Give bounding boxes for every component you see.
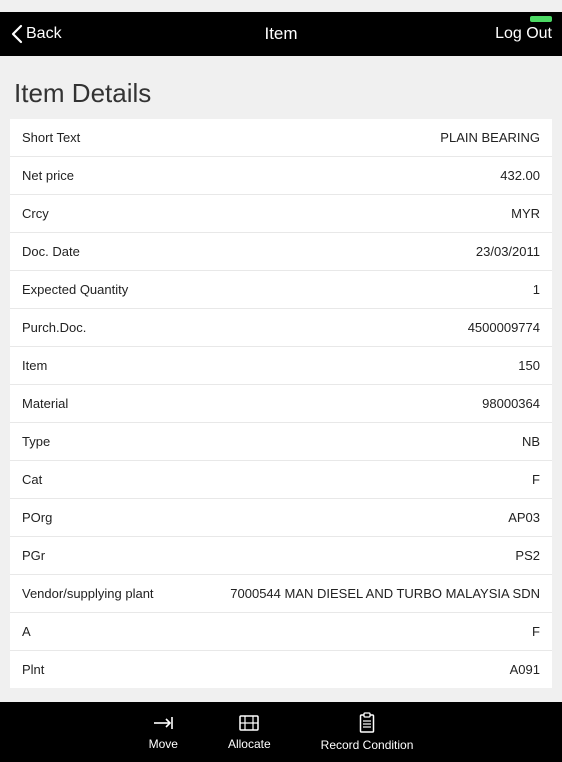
content-area: Item Details Short TextPLAIN BEARINGNet … bbox=[0, 56, 562, 690]
row-value: AP03 bbox=[52, 510, 540, 525]
header-title: Item bbox=[264, 24, 297, 44]
detail-row: Doc. Date23/03/2011 bbox=[10, 233, 552, 271]
row-value: 23/03/2011 bbox=[80, 244, 540, 259]
row-label: Short Text bbox=[22, 130, 80, 145]
row-label: Plnt bbox=[22, 662, 44, 677]
row-value: MYR bbox=[49, 206, 540, 221]
row-label: POrg bbox=[22, 510, 52, 525]
detail-row: CrcyMYR bbox=[10, 195, 552, 233]
detail-row: Expected Quantity1 bbox=[10, 271, 552, 309]
detail-row: Purch.Doc.4500009774 bbox=[10, 309, 552, 347]
row-label: Net price bbox=[22, 168, 74, 183]
allocate-icon bbox=[238, 713, 260, 733]
row-label: Purch.Doc. bbox=[22, 320, 86, 335]
nav-header: Back Item Log Out bbox=[0, 12, 562, 56]
row-value: 7000544 MAN DIESEL AND TURBO MALAYSIA SD… bbox=[154, 586, 540, 601]
row-label: Cat bbox=[22, 472, 42, 487]
detail-row: PlntA091 bbox=[10, 651, 552, 688]
row-value: 4500009774 bbox=[86, 320, 540, 335]
move-label: Move bbox=[149, 737, 178, 751]
chevron-left-icon bbox=[10, 24, 24, 44]
detail-row: AF bbox=[10, 613, 552, 651]
row-label: Material bbox=[22, 396, 68, 411]
back-label: Back bbox=[26, 25, 62, 43]
logout-button[interactable]: Log Out bbox=[495, 25, 552, 43]
row-label: Item bbox=[22, 358, 47, 373]
row-value: PLAIN BEARING bbox=[80, 130, 540, 145]
allocate-label: Allocate bbox=[228, 737, 271, 751]
detail-row: Vendor/supplying plant7000544 MAN DIESEL… bbox=[10, 575, 552, 613]
detail-row: PGrPS2 bbox=[10, 537, 552, 575]
bottom-toolbar: Move Allocate Record Condition bbox=[0, 702, 562, 762]
row-label: Expected Quantity bbox=[22, 282, 128, 297]
row-value: PS2 bbox=[45, 548, 540, 563]
row-value: F bbox=[31, 624, 540, 639]
row-label: Type bbox=[22, 434, 50, 449]
page-title: Item Details bbox=[10, 66, 552, 119]
detail-row: CatF bbox=[10, 461, 552, 499]
back-button[interactable]: Back bbox=[10, 24, 62, 44]
row-value: 150 bbox=[47, 358, 540, 373]
row-label: Crcy bbox=[22, 206, 49, 221]
clipboard-icon bbox=[358, 712, 376, 734]
row-value: 98000364 bbox=[68, 396, 540, 411]
row-value: 1 bbox=[128, 282, 540, 297]
row-value: NB bbox=[50, 434, 540, 449]
status-indicator bbox=[530, 16, 552, 22]
row-value: F bbox=[42, 472, 540, 487]
allocate-button[interactable]: Allocate bbox=[228, 713, 271, 751]
row-value: 432.00 bbox=[74, 168, 540, 183]
detail-row: TypeNB bbox=[10, 423, 552, 461]
row-label: A bbox=[22, 624, 31, 639]
detail-row: Short TextPLAIN BEARING bbox=[10, 119, 552, 157]
row-value: A091 bbox=[44, 662, 540, 677]
row-label: Doc. Date bbox=[22, 244, 80, 259]
row-label: PGr bbox=[22, 548, 45, 563]
record-condition-button[interactable]: Record Condition bbox=[321, 712, 414, 752]
detail-row: POrgAP03 bbox=[10, 499, 552, 537]
detail-row: Material98000364 bbox=[10, 385, 552, 423]
move-icon bbox=[152, 713, 174, 733]
details-card: Short TextPLAIN BEARINGNet price432.00Cr… bbox=[10, 119, 552, 688]
detail-row: Net price432.00 bbox=[10, 157, 552, 195]
move-button[interactable]: Move bbox=[149, 713, 178, 751]
row-label: Vendor/supplying plant bbox=[22, 586, 154, 601]
detail-row: Item150 bbox=[10, 347, 552, 385]
